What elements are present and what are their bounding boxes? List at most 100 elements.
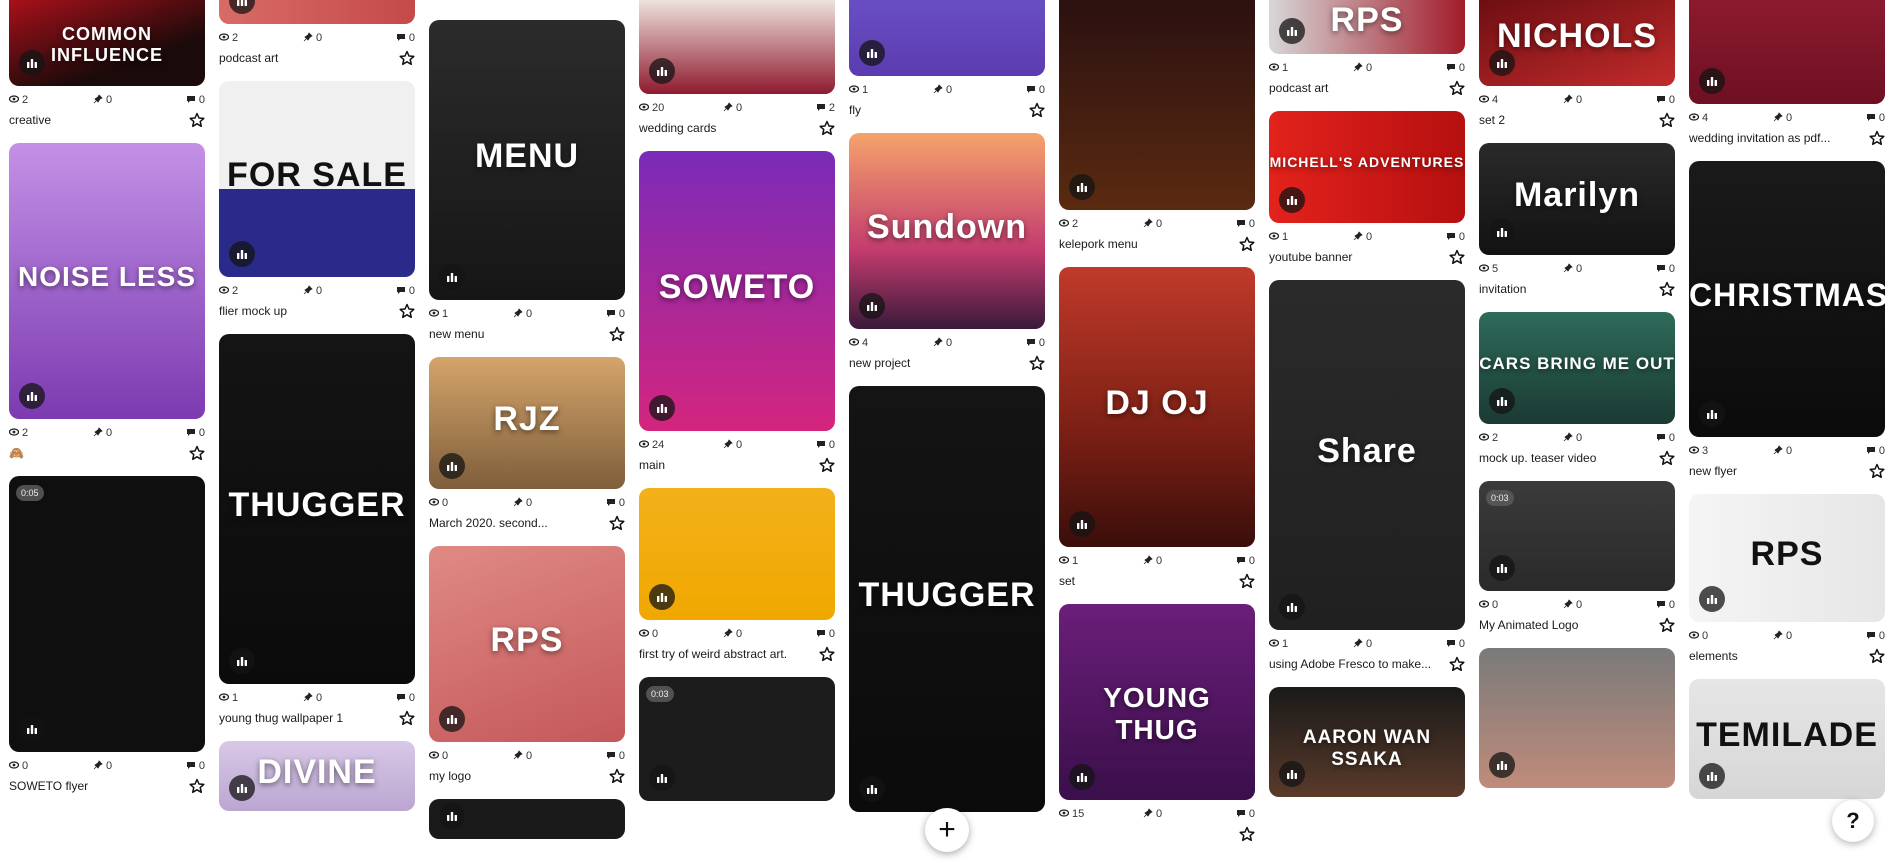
project-title[interactable]: invitation [1479,282,1649,296]
project-card[interactable]: DIVINE [219,741,415,811]
star-icon[interactable] [1239,236,1255,252]
project-title[interactable]: flier mock up [219,304,389,318]
project-card[interactable]: FOR SALE 2 0 0 flier mock up [218,81,415,320]
project-title[interactable]: set [1059,574,1229,588]
project-card[interactable]: TEMILADE [1689,679,1885,799]
project-title[interactable]: 🙈 [9,446,179,460]
project-card[interactable]: MICHELL'S ADVENTURES 1 0 0 youtube banner [1268,111,1465,266]
project-title[interactable]: elements [1689,649,1859,663]
project-card[interactable]: 4 0 0 wedding invitation as pdf... [1688,0,1885,147]
project-card[interactable]: THUGGER [849,386,1045,812]
help-button[interactable]: ? [1832,800,1874,842]
project-title[interactable]: new project [849,356,1019,370]
project-thumbnail[interactable]: AARON WAN SSAKA [1269,687,1465,797]
project-title[interactable]: first try of weird abstract art. [639,647,809,661]
star-icon[interactable] [399,50,415,66]
project-title[interactable]: mock up. teaser video [1479,451,1649,465]
project-title[interactable]: my logo [429,769,599,783]
project-thumbnail[interactable] [219,0,415,24]
project-thumbnail[interactable]: THUGGER [219,334,415,684]
project-card[interactable] [429,799,625,839]
project-title[interactable]: wedding cards [639,121,809,135]
project-thumbnail[interactable]: RPS [1269,0,1465,54]
project-title[interactable]: main [639,458,809,472]
star-icon[interactable] [1449,249,1465,265]
project-thumbnail[interactable]: CARS BRING ME OUT [1479,312,1675,424]
project-title[interactable]: March 2020. second... [429,516,599,530]
project-card[interactable]: COMMON INFLUENCE 2 0 0 creative [8,0,205,129]
project-title[interactable]: youtube banner [1269,250,1439,264]
project-thumbnail[interactable]: TEMILADE [1689,679,1885,799]
project-title[interactable]: using Adobe Fresco to make... [1269,657,1439,671]
star-icon[interactable] [1239,826,1255,842]
project-card[interactable]: RPS 1 0 0 podcast art [1268,0,1465,97]
project-title[interactable]: podcast art [1269,81,1439,95]
star-icon[interactable] [609,326,625,342]
project-thumbnail[interactable]: 0:03 [1479,481,1675,591]
project-card[interactable]: Marilyn 5 0 0 invitation [1478,143,1675,298]
add-project-button[interactable]: + [925,808,969,852]
project-card[interactable]: RPS 0 0 0 elements [1688,494,1885,665]
project-thumbnail[interactable] [429,799,625,839]
project-card[interactable]: MENU 1 0 0 new menu [428,20,625,343]
project-thumbnail[interactable]: THUGGER [849,386,1045,812]
star-icon[interactable] [609,515,625,531]
project-thumbnail[interactable] [1689,0,1885,104]
project-thumbnail[interactable] [1479,648,1675,788]
project-thumbnail[interactable]: YOUNG THUG [1059,604,1255,800]
star-icon[interactable] [1869,648,1885,664]
project-thumbnail[interactable]: RJZ [429,357,625,489]
star-icon[interactable] [819,457,835,473]
star-icon[interactable] [1659,281,1675,297]
star-icon[interactable] [1659,617,1675,633]
project-card[interactable]: NOISE LESS 2 0 0 🙈 [8,143,205,462]
star-icon[interactable] [819,120,835,136]
star-icon[interactable] [1029,102,1045,118]
project-card[interactable]: NICHOLS 4 0 0 set 2 [1478,0,1675,129]
star-icon[interactable] [609,768,625,784]
project-thumbnail[interactable] [849,0,1045,76]
project-thumbnail[interactable]: MICHELL'S ADVENTURES [1269,111,1465,223]
star-icon[interactable] [1029,355,1045,371]
project-thumbnail[interactable]: RPS [1689,494,1885,622]
project-card[interactable]: DJ OJ 1 0 0 set [1058,267,1255,590]
star-icon[interactable] [1869,463,1885,479]
star-icon[interactable] [1659,450,1675,466]
star-icon[interactable] [1449,80,1465,96]
project-card[interactable]: CHRISTMAS 3 0 0 new flyer [1688,161,1885,480]
project-thumbnail[interactable]: Marilyn [1479,143,1675,255]
project-thumbnail[interactable]: Sundown [849,133,1045,329]
project-card[interactable]: YOUNG THUG 15 0 0 [1058,604,1255,843]
project-thumbnail[interactable]: NOISE LESS [9,143,205,419]
project-title[interactable]: new menu [429,327,599,341]
project-title[interactable]: creative [9,113,179,127]
project-title[interactable]: wedding invitation as pdf... [1689,131,1859,145]
project-title[interactable]: set 2 [1479,113,1649,127]
star-icon[interactable] [1659,112,1675,128]
project-card[interactable]: RPS 0 0 0 my logo [428,546,625,785]
project-card[interactable]: 0 0 0 first try of weird abstract art. [638,488,835,663]
project-title[interactable]: young thug wallpaper 1 [219,711,389,725]
project-card[interactable] [1479,648,1675,788]
star-icon[interactable] [1449,656,1465,672]
project-thumbnail[interactable]: 0:03 [639,677,835,801]
project-thumbnail[interactable]: DIVINE [219,741,415,811]
project-card[interactable]: 1 0 0 fly [848,0,1045,119]
star-icon[interactable] [189,778,205,794]
project-thumbnail[interactable]: CHRISTMAS [1689,161,1885,437]
star-icon[interactable] [1869,130,1885,146]
project-card[interactable]: Share 1 0 0 using Adobe Fresco to make... [1268,280,1465,673]
project-title[interactable]: podcast art [219,51,389,65]
project-card[interactable]: 2 0 0 kelepork menu [1058,0,1255,253]
project-card[interactable]: 20 0 2 wedding cards [638,0,835,137]
project-thumbnail[interactable]: MENU [429,20,625,300]
project-thumbnail[interactable] [639,488,835,620]
project-title[interactable]: new flyer [1689,464,1859,478]
project-title[interactable]: fly [849,103,1019,117]
project-thumbnail[interactable]: 0:05 [9,476,205,752]
star-icon[interactable] [399,303,415,319]
project-thumbnail[interactable]: DJ OJ [1059,267,1255,547]
project-card[interactable]: RJZ 0 0 0 March 2020. second... [428,357,625,532]
project-card[interactable]: 0:03 0 0 0 My Animated Logo [1478,481,1675,634]
project-card[interactable]: THUGGER 1 0 0 young thug wallpaper 1 [218,334,415,727]
